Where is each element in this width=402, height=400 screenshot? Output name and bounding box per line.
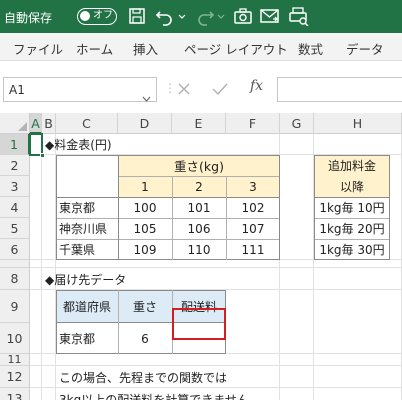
dest-header-prefecture: 都道府県 [62, 300, 111, 314]
divider [0, 106, 402, 113]
ribbon-tabs: ファイル ホーム 挿入 ページ レイアウト 数式 データ [0, 33, 402, 61]
column-header-d[interactable]: D [118, 113, 172, 134]
row-header-6[interactable]: 6 [0, 239, 30, 260]
fill-handle[interactable] [40, 153, 45, 158]
column-header-g[interactable]: G [280, 113, 314, 134]
redo-dropdown-icon[interactable] [217, 6, 225, 26]
rate-cell: 109 [133, 242, 157, 257]
row-header-5[interactable]: 5 [0, 218, 30, 239]
name-box[interactable]: A1 [3, 77, 157, 102]
weight-3: 3 [249, 179, 257, 194]
row-header-8[interactable]: 8 [0, 268, 30, 290]
note-line-2: 3kg以上の配送料を計算できません。 [59, 392, 261, 400]
extra-charge-subheader: 以降 [339, 180, 364, 194]
redo-icon[interactable] [195, 6, 215, 26]
row-header-13[interactable]: 13 [0, 388, 30, 400]
active-cell-a1[interactable] [29, 133, 45, 158]
cancel-icon[interactable] [177, 81, 191, 100]
column-header-b[interactable]: B [42, 113, 56, 134]
fee-highlight-box [172, 308, 226, 340]
formula-bar: A1 ⋮ fx [0, 73, 402, 106]
row-header-9[interactable]: 9 [0, 290, 30, 323]
rate-cell: 106 [187, 221, 211, 236]
row-header-12[interactable]: 12 [0, 366, 30, 388]
prefecture-cell: 東京都 [59, 201, 96, 215]
weight-1: 1 [141, 179, 149, 194]
rate-cell: 111 [241, 242, 265, 257]
print-preview-icon[interactable] [288, 6, 310, 26]
dest-weight: 6 [141, 331, 149, 346]
extra-charge-cell: 1kg毎 30円 [319, 243, 385, 257]
toggle-knob [80, 11, 90, 21]
row-header-10[interactable]: 10 [0, 323, 30, 354]
email-icon[interactable] [259, 6, 281, 26]
row-header-1[interactable]: 1 [0, 134, 30, 155]
tab-formulas[interactable]: 数式 [298, 39, 323, 58]
rate-cell: 101 [187, 200, 211, 215]
title-bar: 自動保存 オフ [0, 0, 402, 33]
save-icon[interactable] [128, 6, 146, 26]
chevron-down-icon[interactable] [142, 87, 151, 106]
row-header-3[interactable]: 3 [0, 176, 30, 197]
autosave-toggle[interactable]: オフ [77, 8, 117, 25]
rate-cell: 107 [241, 221, 265, 236]
undo-icon[interactable] [155, 6, 175, 26]
insert-function-icon[interactable]: fx [250, 78, 263, 94]
prefecture-cell: 千葉県 [59, 243, 96, 257]
column-header-a[interactable]: A [30, 113, 42, 134]
tab-insert[interactable]: 挿入 [133, 39, 158, 58]
camera-icon[interactable] [233, 6, 253, 26]
column-header-e[interactable]: E [172, 113, 226, 134]
rate-table-title: ◆料金表(円) [45, 138, 112, 152]
tab-data[interactable]: データ [346, 39, 384, 58]
formula-bar-grip-icon[interactable]: ⋮ [164, 81, 176, 95]
select-all-button[interactable] [0, 113, 30, 134]
spreadsheet-grid[interactable]: A B C D E F G H 1 2 3 4 5 6 8 9 10 11 12… [0, 113, 402, 400]
rate-cell: 100 [133, 200, 157, 215]
tab-page-layout[interactable]: ページ レイアウト [184, 39, 288, 58]
column-header-f[interactable]: F [226, 113, 280, 134]
weight-2: 2 [195, 179, 203, 194]
rate-cell: 110 [187, 242, 211, 257]
row-header-4[interactable]: 4 [0, 197, 30, 218]
prefecture-cell: 神奈川県 [59, 222, 108, 236]
column-header-h[interactable]: H [314, 113, 402, 134]
rate-cell: 105 [133, 221, 157, 236]
destination-title: ◆届け先データ [45, 272, 127, 287]
note-line-1: この場合、先程までの関数では [59, 370, 228, 385]
extra-charge-cell: 1kg毎 10円 [319, 201, 385, 215]
dest-header-weight: 重さ [132, 300, 157, 314]
column-header-c[interactable]: C [56, 113, 118, 134]
autosave-label: 自動保存 [4, 11, 53, 25]
autosave-state: オフ [93, 10, 113, 21]
formula-input[interactable] [277, 77, 402, 102]
weight-header: 重さ(kg) [174, 159, 224, 174]
dest-prefecture: 東京都 [59, 332, 96, 346]
tab-file[interactable]: ファイル [13, 39, 63, 58]
select-all-triangle-icon [18, 122, 27, 131]
name-box-value: A1 [9, 83, 25, 97]
enter-check-icon[interactable] [212, 81, 228, 100]
row-header-11[interactable]: 11 [0, 354, 30, 366]
undo-dropdown-icon[interactable] [178, 6, 186, 26]
tab-home[interactable]: ホーム [76, 39, 113, 58]
extra-charge-header: 追加料金 [327, 159, 376, 173]
extra-charge-cell: 1kg毎 20円 [319, 222, 385, 236]
row-header-2[interactable]: 2 [0, 155, 30, 176]
row-header-7[interactable] [0, 260, 30, 268]
rate-cell: 102 [241, 200, 265, 215]
